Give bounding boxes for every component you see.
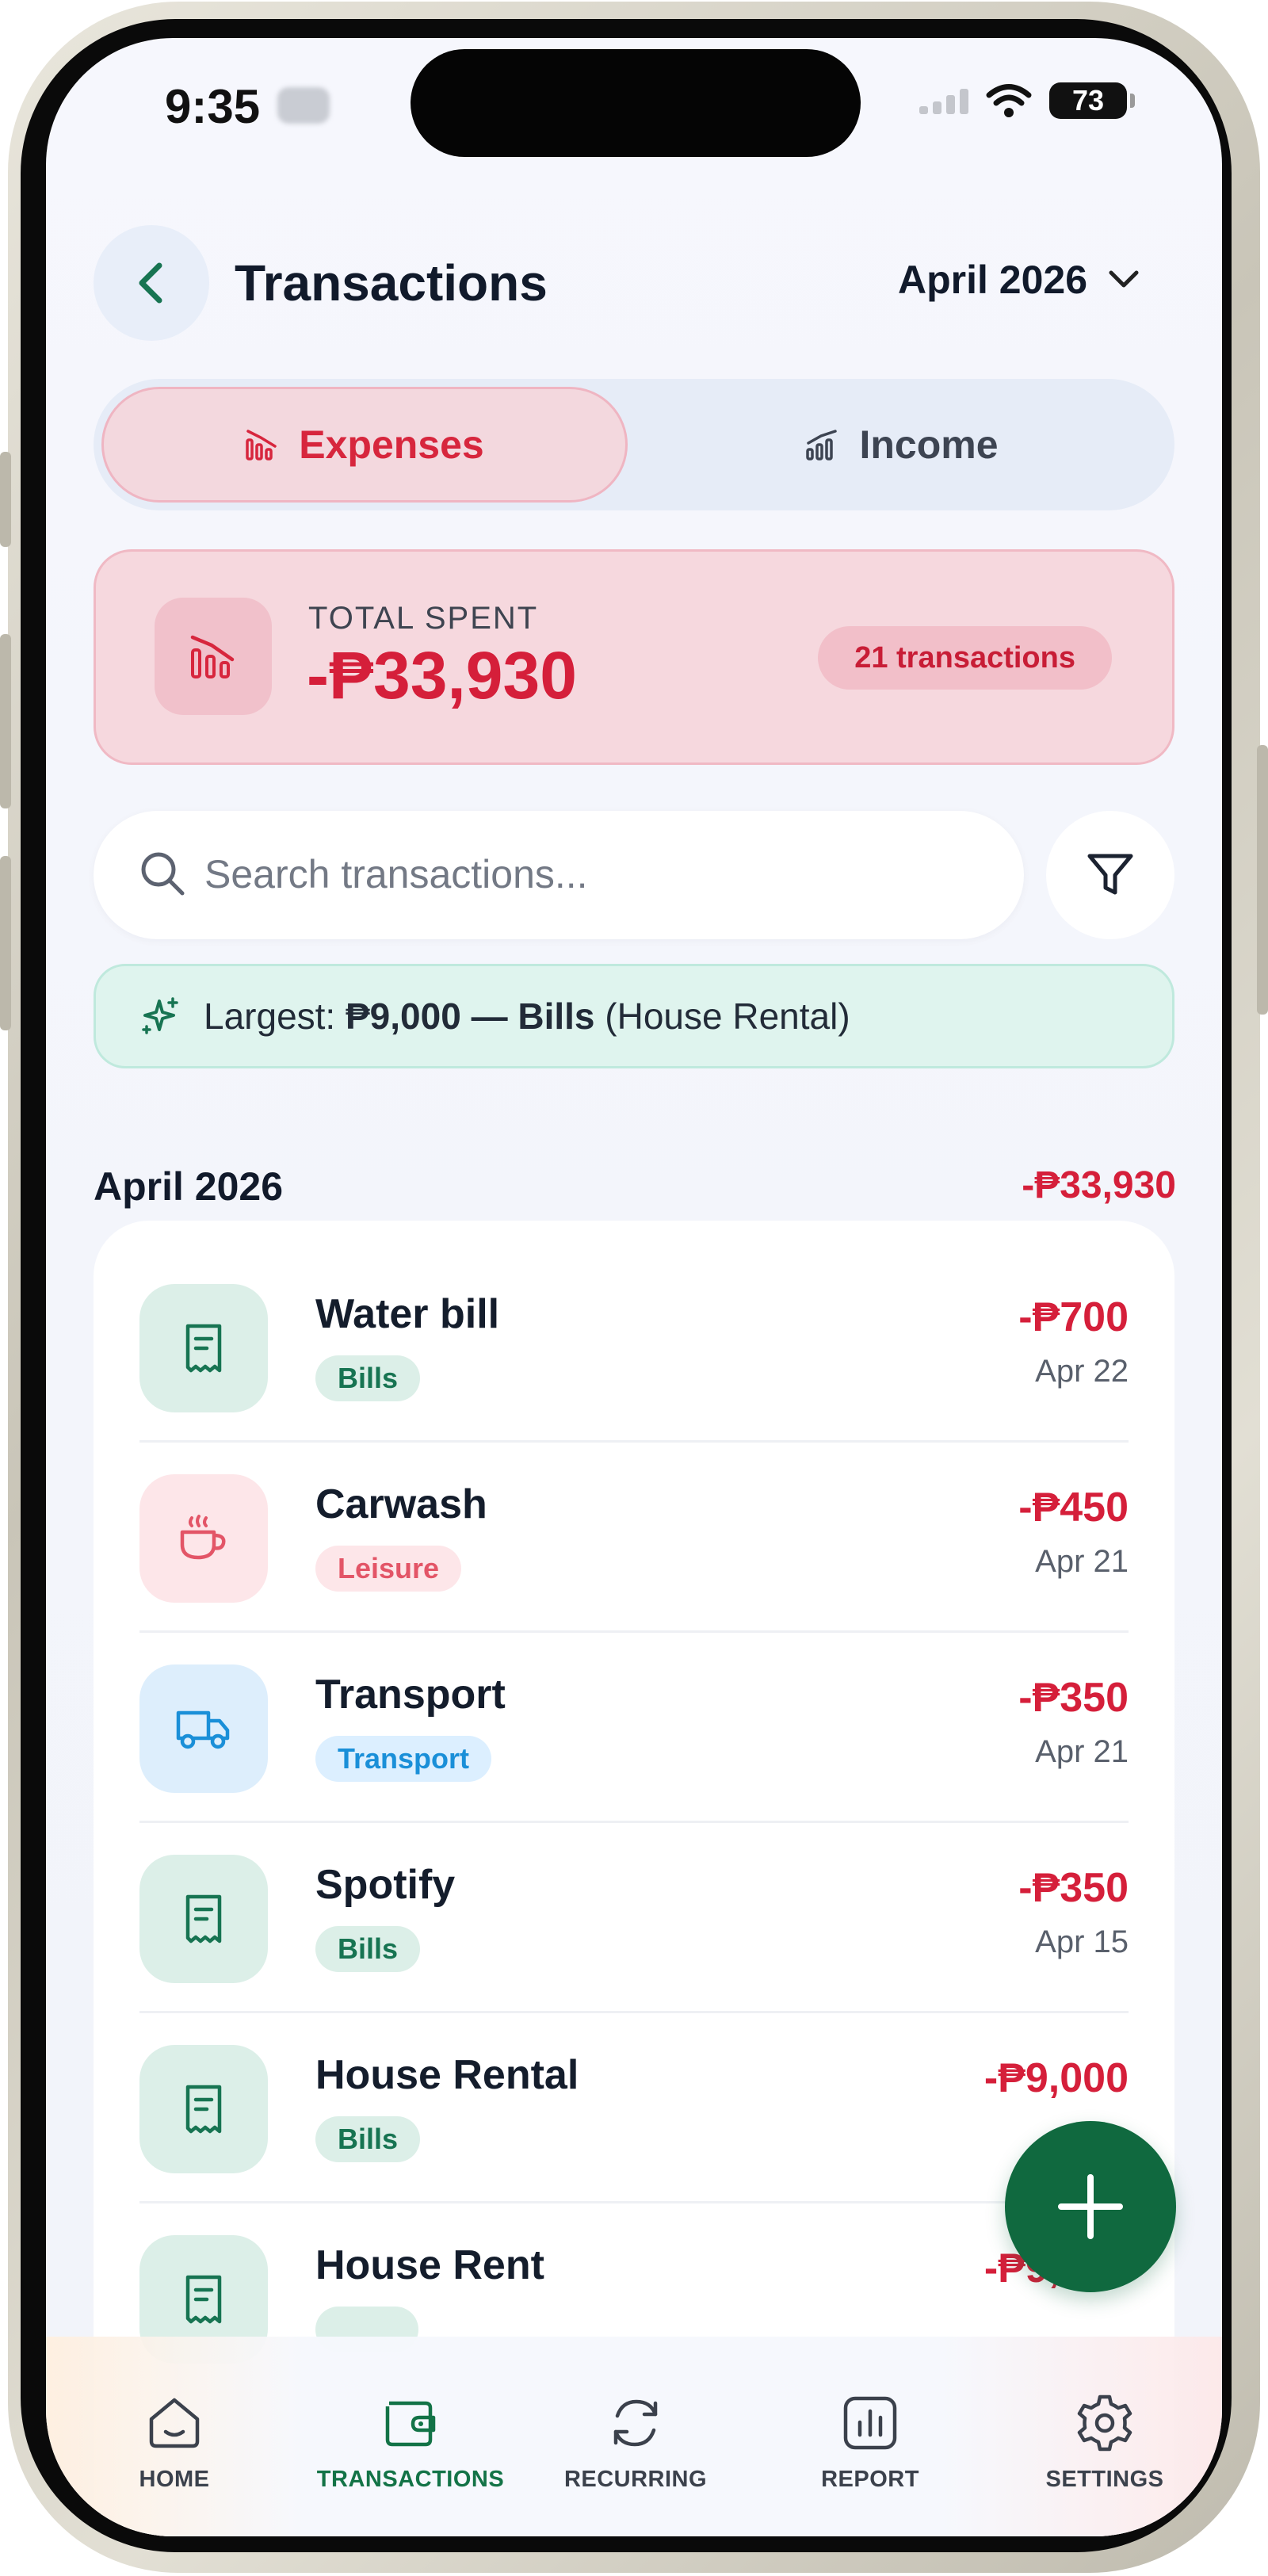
receipt-icon bbox=[139, 1855, 268, 1983]
app-screen: 9:35 73 Transactions April 2026 Expenses… bbox=[46, 38, 1222, 2536]
receipt-icon bbox=[139, 2045, 268, 2173]
transaction-row[interactable]: Water bill Bills -₱700 Apr 22 bbox=[139, 1252, 1129, 1443]
section-total: -₱33,930 bbox=[1022, 1164, 1176, 1206]
nav-settings-label: SETTINGS bbox=[1045, 2467, 1164, 2492]
transaction-name: Water bill bbox=[315, 1291, 500, 1337]
chevron-down-icon bbox=[1109, 270, 1139, 288]
total-spent-label: TOTAL SPENT bbox=[308, 601, 539, 636]
chart-icon bbox=[843, 2396, 897, 2450]
sparkle-icon bbox=[142, 997, 178, 1034]
category-tag: Bills bbox=[315, 1926, 421, 1972]
nav-transactions-label: TRANSACTIONS bbox=[316, 2467, 505, 2492]
home-icon bbox=[149, 2398, 200, 2448]
insight-highlight: ₱9,000 — Bills bbox=[346, 996, 595, 1037]
wifi-icon bbox=[986, 84, 1032, 117]
nav-recurring-label: RECURRING bbox=[563, 2467, 708, 2492]
largest-expense-insight: Largest: ₱9,000 — Bills (House Rental) bbox=[94, 964, 1174, 1068]
transaction-row[interactable]: Transport Transport -₱350 Apr 21 bbox=[139, 1633, 1129, 1823]
type-segmented-control: Expenses Income bbox=[94, 379, 1174, 510]
transaction-name: Spotify bbox=[315, 1862, 456, 1908]
side-button bbox=[0, 452, 11, 547]
transaction-amount: -₱450 bbox=[1018, 1485, 1129, 1531]
nav-report-label: REPORT bbox=[821, 2467, 919, 2492]
transaction-amount: -₱9,000 bbox=[983, 2055, 1129, 2101]
chevron-left-icon bbox=[139, 262, 162, 304]
side-button bbox=[0, 856, 11, 1030]
section-title: April 2026 bbox=[94, 1164, 284, 1209]
category-tag: Transport bbox=[315, 1736, 492, 1782]
tab-income[interactable]: Income bbox=[637, 387, 1167, 503]
cellular-signal-icon bbox=[919, 87, 968, 114]
filter-button[interactable] bbox=[1046, 811, 1174, 939]
trending-down-chart-icon bbox=[155, 598, 272, 715]
back-button[interactable] bbox=[94, 225, 209, 341]
nav-settings[interactable]: SETTINGS bbox=[1010, 2392, 1200, 2493]
dynamic-island bbox=[411, 49, 861, 157]
battery-level: 73 bbox=[1071, 84, 1105, 117]
filter-icon bbox=[1087, 854, 1133, 895]
nav-home[interactable]: HOME bbox=[79, 2392, 269, 2493]
insight-text: Largest: ₱9,000 — Bills (House Rental) bbox=[204, 995, 850, 1038]
side-button bbox=[0, 634, 11, 808]
coffee-cup-icon bbox=[139, 1474, 268, 1603]
transaction-name: House Rent bbox=[315, 2242, 544, 2288]
transaction-date: Apr 15 bbox=[1035, 1924, 1129, 1959]
plus-icon bbox=[1058, 2174, 1123, 2239]
total-spent-value: -₱33,930 bbox=[307, 638, 577, 713]
transaction-date: Apr 22 bbox=[1035, 1354, 1129, 1389]
tab-income-label: Income bbox=[859, 422, 999, 467]
transaction-name: Transport bbox=[315, 1672, 506, 1718]
truck-icon bbox=[139, 1664, 268, 1793]
transaction-row[interactable]: Spotify Bills -₱350 Apr 15 bbox=[139, 1823, 1129, 2013]
gear-icon bbox=[1077, 2394, 1132, 2452]
total-spent-card: TOTAL SPENT -₱33,930 21 transactions bbox=[94, 549, 1174, 765]
search-bar bbox=[94, 811, 1024, 939]
tab-expenses-label: Expenses bbox=[299, 422, 484, 467]
tab-expenses[interactable]: Expenses bbox=[101, 387, 628, 503]
wallet-icon bbox=[385, 2401, 436, 2447]
page-title: Transactions bbox=[235, 254, 548, 311]
transaction-amount: -₱350 bbox=[1018, 1865, 1129, 1911]
search-input[interactable] bbox=[204, 843, 981, 906]
transaction-count-badge: 21 transactions bbox=[818, 626, 1112, 690]
status-indicators: 73 bbox=[919, 82, 1135, 119]
add-transaction-button[interactable] bbox=[1005, 2121, 1176, 2292]
transaction-amount: -₱700 bbox=[1018, 1294, 1129, 1340]
status-notification-icon bbox=[277, 87, 330, 124]
category-tag: Bills bbox=[315, 1355, 421, 1401]
transaction-date: Apr 21 bbox=[1035, 1544, 1129, 1579]
nav-transactions[interactable]: TRANSACTIONS bbox=[315, 2392, 506, 2493]
nav-report[interactable]: REPORT bbox=[775, 2392, 965, 2493]
transaction-row[interactable]: House Rental Bills -₱9,000 bbox=[139, 2013, 1129, 2203]
bottom-navigation: HOME TRANSACTIONS RECURRING REPORT SETTI… bbox=[46, 2337, 1222, 2536]
side-button bbox=[1257, 745, 1268, 1015]
trending-down-chart-icon bbox=[246, 430, 277, 461]
receipt-icon bbox=[139, 1284, 268, 1412]
category-tag: Leisure bbox=[315, 1546, 462, 1592]
transaction-name: Carwash bbox=[315, 1481, 487, 1527]
insight-suffix: (House Rental) bbox=[594, 996, 850, 1037]
refresh-icon bbox=[613, 2399, 658, 2447]
status-time: 9:35 bbox=[165, 80, 261, 133]
category-tag: Bills bbox=[315, 2116, 421, 2162]
transaction-date: Apr 21 bbox=[1035, 1734, 1129, 1769]
transaction-amount: -₱350 bbox=[1018, 1675, 1129, 1721]
insight-prefix: Largest: bbox=[204, 996, 346, 1037]
month-selector-label: April 2026 bbox=[897, 258, 1087, 302]
trending-up-chart-icon bbox=[806, 430, 838, 461]
nav-recurring[interactable]: RECURRING bbox=[540, 2392, 731, 2493]
transaction-row[interactable]: Carwash Leisure -₱450 Apr 21 bbox=[139, 1443, 1129, 1633]
transaction-name: House Rental bbox=[315, 2052, 579, 2098]
search-icon bbox=[141, 852, 185, 896]
month-selector[interactable]: April 2026 bbox=[898, 257, 1140, 303]
battery-icon: 73 bbox=[1049, 82, 1135, 119]
nav-home-label: HOME bbox=[139, 2467, 210, 2492]
